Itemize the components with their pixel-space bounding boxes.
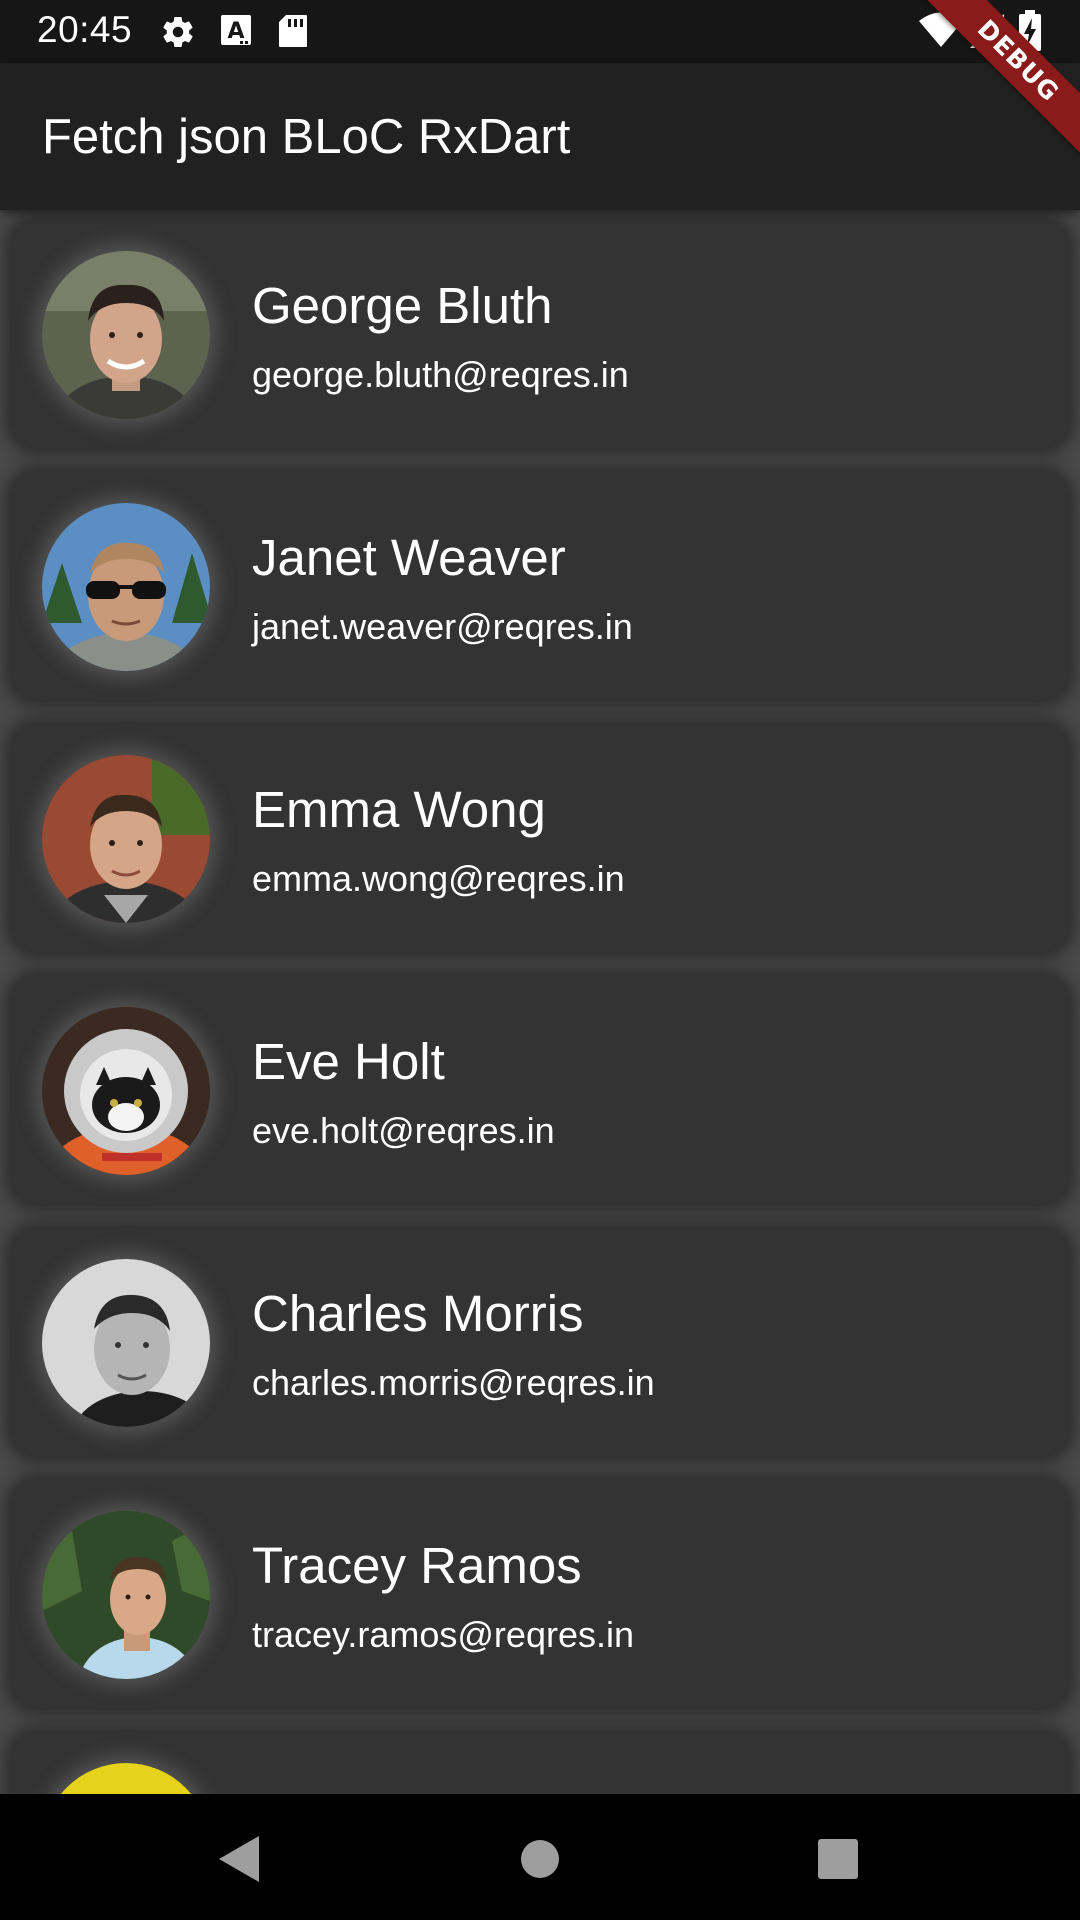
user-email: charles.morris@reqres.in <box>252 1362 655 1403</box>
user-card[interactable]: George Bluth george.bluth@reqres.in <box>11 220 1069 448</box>
user-card[interactable]: Emma Wong emma.wong@reqres.in <box>11 724 1069 952</box>
user-name: Charles Morris <box>252 1285 584 1342</box>
page-title: Fetch json BLoC RxDart <box>42 110 571 164</box>
user-email: george.bluth@reqres.in <box>252 354 629 395</box>
user-email: janet.weaver@reqres.in <box>252 606 633 647</box>
debug-banner-label: DEBUG <box>918 0 1080 161</box>
user-avatar <box>42 1007 210 1175</box>
svg-text:A: A <box>227 19 244 44</box>
home-icon[interactable] <box>505 1824 575 1894</box>
user-card[interactable]: Tracey Ramos tracey.ramos@reqres.in <box>11 1480 1069 1708</box>
debug-banner: DEBUG <box>910 0 1080 170</box>
user-card[interactable] <box>11 1732 1069 1794</box>
text-a-icon: A <box>220 14 252 53</box>
user-list[interactable]: George Bluth george.bluth@reqres.in Jane… <box>0 210 1080 1794</box>
user-name: George Bluth <box>252 277 553 334</box>
user-card[interactable]: Charles Morris charles.morris@reqres.in <box>11 1228 1069 1456</box>
user-name: Tracey Ramos <box>252 1537 582 1594</box>
user-card[interactable]: Janet Weaver janet.weaver@reqres.in <box>11 472 1069 700</box>
settings-icon <box>160 14 196 55</box>
app-screen: 20:45 A DEBUG Fetch json BLoC RxDart Geo… <box>0 0 1080 1920</box>
user-avatar <box>42 755 210 923</box>
user-avatar <box>42 1511 210 1679</box>
back-icon[interactable] <box>203 1824 273 1894</box>
user-name: Janet Weaver <box>252 529 566 586</box>
user-avatar <box>42 503 210 671</box>
status-time: 20:45 <box>37 9 133 50</box>
user-email: eve.holt@reqres.in <box>252 1110 555 1151</box>
user-card[interactable]: Eve Holt eve.holt@reqres.in <box>11 976 1069 1204</box>
navigation-bar <box>0 1794 1080 1920</box>
recents-icon[interactable] <box>803 1824 873 1894</box>
user-email: emma.wong@reqres.in <box>252 858 625 899</box>
user-name: Eve Holt <box>252 1033 445 1090</box>
sd-card-icon <box>278 14 308 53</box>
user-email: tracey.ramos@reqres.in <box>252 1614 634 1655</box>
user-avatar <box>42 1763 210 1794</box>
user-avatar <box>42 1259 210 1427</box>
user-avatar <box>42 251 210 419</box>
user-name: Emma Wong <box>252 781 546 838</box>
